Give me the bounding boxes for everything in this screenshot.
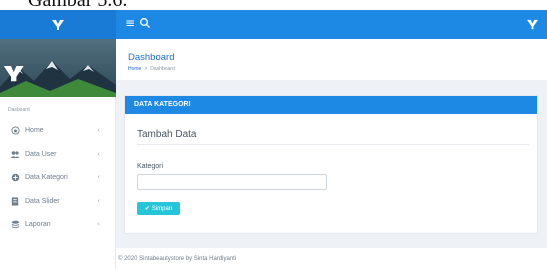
- sidebar-section-title: Dasboard: [8, 107, 30, 113]
- sidebar-item-label: Laporan: [25, 221, 51, 229]
- brand-logo-icon: [52, 19, 64, 30]
- sidebar-banner: [0, 39, 116, 97]
- page-footer: © 2020 Sintabeautystore by Sinta Hardiya…: [116, 248, 547, 269]
- chevron-left-icon: ‹: [97, 173, 100, 181]
- sidebar-menu: Home ‹ Data User ‹ Data Kategori ‹ Data …: [0, 119, 116, 237]
- page-title: Dashboard: [128, 52, 175, 63]
- figure-caption-text: Gambar 5.6.: [28, 0, 127, 10]
- form-divider: [137, 144, 529, 145]
- sidebar-item-label: Data User: [25, 150, 57, 158]
- category-icon: [10, 173, 20, 183]
- breadcrumb-separator: >: [144, 66, 148, 72]
- save-button[interactable]: ✔ Simpan: [137, 202, 180, 215]
- sidebar-item-label: Home: [25, 127, 44, 135]
- chevron-left-icon: ‹: [97, 126, 100, 134]
- users-icon: [10, 149, 20, 159]
- hamburger-icon[interactable]: ≡: [125, 16, 135, 30]
- sidebar-item-laporan[interactable]: Laporan ‹: [0, 213, 116, 237]
- chevron-left-icon: ‹: [97, 196, 100, 205]
- sidebar-item-data-user[interactable]: Data User ‹: [0, 143, 116, 167]
- page-header: Dashboard Home > Dashboard: [116, 39, 547, 80]
- check-icon: ✔: [144, 205, 150, 212]
- mountain-banner-image: [0, 39, 116, 97]
- chevron-left-icon: ‹: [97, 149, 100, 158]
- card-header: DATA KATEGORI: [125, 96, 537, 114]
- home-icon: [10, 126, 20, 136]
- chevron-left-icon: ‹: [97, 220, 100, 228]
- top-navbar: ≡: [0, 10, 547, 39]
- card-heading: DATA KATEGORI: [134, 101, 191, 108]
- sidebar-item-label: Data Slider: [25, 197, 60, 205]
- search-icon[interactable]: [139, 17, 151, 29]
- breadcrumb-current: Dashboard: [150, 66, 175, 72]
- sidebar-item-label: Data Kategori: [25, 174, 68, 182]
- app-window: ≡ Dasboard Home ‹ Data User ‹ Data Kateg…: [0, 10, 547, 269]
- form-title: Tambah Data: [137, 129, 197, 140]
- sidebar-item-data-kategori[interactable]: Data Kategori ‹: [0, 166, 116, 190]
- save-button-label: Simpan: [151, 205, 173, 212]
- data-kategori-card: DATA KATEGORI Tambah Data Kategori ✔ Sim…: [124, 95, 538, 234]
- kategori-label: Kategori: [137, 163, 164, 170]
- report-icon: [10, 220, 20, 230]
- footer-copyright: © 2020 Sintabeautystore by Sinta Hardiya…: [118, 256, 237, 262]
- breadcrumb: Home > Dashboard: [128, 66, 175, 72]
- sidebar: Dasboard Home ‹ Data User ‹ Data Kategor…: [0, 39, 116, 269]
- kategori-input[interactable]: [137, 174, 327, 190]
- breadcrumb-home-link[interactable]: Home: [128, 66, 141, 72]
- slider-icon: [10, 196, 20, 206]
- sidebar-item-home[interactable]: Home ‹: [0, 119, 116, 143]
- figure-caption: Gambar 5.6.: [0, 0, 547, 10]
- sidebar-item-data-slider[interactable]: Data Slider ‹: [0, 190, 116, 214]
- user-logo-icon[interactable]: [526, 19, 539, 30]
- brand-area[interactable]: [0, 10, 116, 39]
